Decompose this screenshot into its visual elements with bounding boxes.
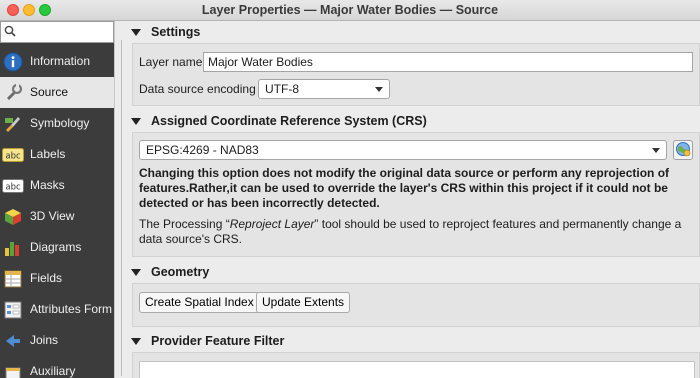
sidebar-item-label: Source	[30, 85, 69, 99]
reproject-tool-name: Reproject Layer	[229, 217, 315, 231]
encoding-label: Data source encoding	[139, 82, 256, 96]
sidebar-item-diagrams[interactable]: Diagrams	[0, 232, 114, 263]
svg-text:abc: abc	[5, 182, 21, 192]
collapse-triangle-icon	[131, 117, 141, 125]
create-spatial-index-button[interactable]: Create Spatial Index	[139, 292, 260, 313]
crs-header[interactable]: Assigned Coordinate Reference System (CR…	[126, 110, 700, 132]
crs-title: Assigned Coordinate Reference System (CR…	[151, 114, 427, 128]
sidebar-item-symbology[interactable]: Symbology	[0, 108, 114, 139]
sidebar-item-attributes-form[interactable]: Attributes Form	[0, 294, 114, 325]
settings-header[interactable]: Settings	[126, 21, 700, 43]
select-crs-button[interactable]	[673, 140, 693, 160]
content-scrollbar[interactable]	[121, 40, 122, 376]
sidebar: Information Source Symbology abc Labels …	[0, 21, 114, 378]
settings-panel: Layer name Major Water Bodies Data sourc…	[132, 43, 700, 106]
sidebar-item-3d-view[interactable]: 3D View	[0, 201, 114, 232]
sidebar-item-label: Labels	[30, 147, 66, 161]
sidebar-item-label: Diagrams	[30, 240, 82, 254]
crs-panel: EPSG:4269 - NAD83 Changing this option d…	[132, 132, 700, 257]
chevron-down-icon	[652, 148, 660, 153]
sidebar-item-label: Masks	[30, 178, 65, 192]
search-icon	[4, 25, 16, 40]
crs-warning-text: Changing this option does not modify the…	[139, 166, 670, 210]
source-icon	[2, 82, 24, 104]
sidebar-item-label: Attributes Form	[30, 302, 113, 316]
sidebar-item-label: Auxiliary	[30, 364, 76, 378]
filter-panel	[132, 352, 700, 378]
sidebar-search-input[interactable]	[0, 21, 114, 43]
geometry-title: Geometry	[151, 265, 210, 279]
masks-icon: abc	[2, 175, 24, 197]
filter-header[interactable]: Provider Feature Filter	[126, 330, 700, 352]
svg-text:abc: abc	[5, 151, 21, 161]
crs-note-prefix: The Processing “	[139, 217, 230, 231]
diagrams-icon	[2, 237, 24, 259]
sidebar-item-information[interactable]: Information	[0, 46, 114, 77]
sidebar-item-label: Information	[30, 54, 91, 68]
collapse-triangle-icon	[131, 268, 141, 276]
sidebar-nav: Information Source Symbology abc Labels …	[0, 46, 114, 378]
sidebar-item-label: Symbology	[30, 116, 90, 130]
layer-name-input[interactable]: Major Water Bodies	[203, 52, 693, 72]
sidebar-item-auxiliary[interactable]: Auxiliary	[0, 356, 114, 378]
fields-icon	[2, 268, 24, 290]
window-title: Layer Properties — Major Water Bodies — …	[201, 3, 499, 17]
geometry-panel: Create Spatial Index Update Extents	[132, 283, 700, 327]
joins-icon	[2, 330, 24, 352]
geometry-header[interactable]: Geometry	[126, 261, 700, 283]
source-page: Settings Layer name Major Water Bodies D…	[126, 21, 700, 378]
info-icon	[2, 51, 24, 73]
symbology-icon	[2, 113, 24, 135]
globe-icon	[675, 141, 691, 160]
auxiliary-icon	[2, 361, 24, 378]
encoding-value: UTF-8	[265, 82, 299, 96]
filter-title: Provider Feature Filter	[151, 334, 285, 348]
labels-icon: abc	[2, 144, 24, 166]
crs-note-text: The Processing “Reproject Layer” tool sh…	[139, 217, 693, 247]
settings-title: Settings	[151, 25, 201, 39]
sidebar-item-masks[interactable]: abc Masks	[0, 170, 114, 201]
attributes-form-icon	[2, 299, 24, 321]
sidebar-item-label: 3D View	[30, 209, 75, 223]
encoding-select[interactable]: UTF-8	[258, 79, 390, 99]
sidebar-item-fields[interactable]: Fields	[0, 263, 114, 294]
3d-view-icon	[2, 206, 24, 228]
title-bar: Layer Properties — Major Water Bodies — …	[0, 0, 700, 21]
sidebar-item-label: Fields	[30, 271, 63, 285]
sidebar-item-label: Joins	[30, 333, 59, 347]
layer-name-label: Layer name	[139, 55, 203, 69]
crs-value: EPSG:4269 - NAD83	[146, 143, 259, 157]
sidebar-splitter[interactable]	[114, 21, 126, 378]
collapse-triangle-icon	[131, 28, 141, 36]
chevron-down-icon	[375, 87, 383, 92]
sidebar-item-joins[interactable]: Joins	[0, 325, 114, 356]
filter-expression-box[interactable]	[139, 361, 695, 378]
sidebar-item-labels[interactable]: abc Labels	[0, 139, 114, 170]
sidebar-item-source[interactable]: Source	[0, 77, 114, 108]
crs-select[interactable]: EPSG:4269 - NAD83	[139, 140, 667, 160]
update-extents-button[interactable]: Update Extents	[256, 292, 351, 313]
collapse-triangle-icon	[131, 337, 141, 345]
